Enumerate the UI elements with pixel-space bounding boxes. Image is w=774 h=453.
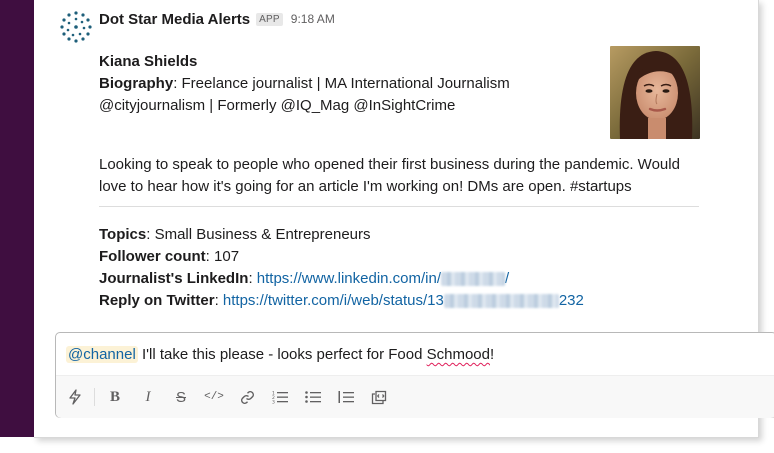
topics-row: Topics: Small Business & Entrepreneurs [99, 224, 371, 246]
linkedin-row: Journalist's LinkedIn: https://www.linke… [99, 268, 509, 290]
blockquote-icon[interactable] [335, 386, 357, 408]
twitter-separator: : [214, 292, 223, 309]
biography-line-2: @cityjournalism | Formerly @IQ_Mag @InSi… [99, 97, 456, 114]
redacted-handle [441, 272, 506, 287]
journalist-name: Kiana Shields [99, 53, 198, 70]
svg-text:3: 3 [272, 400, 275, 405]
app-avatar-icon[interactable] [58, 9, 94, 45]
topics-value: : Small Business & Entrepreneurs [146, 226, 371, 243]
shortcuts-lightning-icon[interactable] [64, 386, 86, 408]
request-line-2: love to hear how it's going for an artic… [99, 178, 632, 195]
biography-line: Biography: Freelance journalist | MA Int… [99, 73, 510, 95]
code-button[interactable]: </> [203, 386, 225, 408]
message-composer[interactable]: @channel I'll take this please - looks p… [55, 332, 774, 418]
misspelled-word[interactable]: Schmood [427, 346, 490, 363]
code-block-icon[interactable] [368, 386, 390, 408]
follower-count-row: Follower count: 107 [99, 246, 239, 268]
twitter-url-prefix: https://twitter.com/i/web/status/13 [222, 292, 444, 309]
linkedin-label: Journalist's LinkedIn [99, 270, 249, 287]
linkedin-separator: : [248, 270, 257, 287]
composer-text-after: ! [490, 346, 495, 363]
formatting-toolbar: B I S </> 123 [56, 375, 774, 418]
section-divider [99, 206, 699, 207]
twitter-url-suffix: 232 [558, 292, 584, 309]
journalist-photo[interactable] [610, 46, 700, 139]
twitter-row: Reply on Twitter: https://twitter.com/i/… [99, 290, 584, 312]
biography-label: Biography [99, 75, 174, 92]
link-icon[interactable] [236, 386, 258, 408]
italic-button[interactable]: I [137, 386, 159, 408]
channel-mention[interactable]: @channel [66, 346, 138, 363]
request-line-1: Looking to speak to people who opened th… [99, 156, 680, 173]
message-header: Dot Star Media Alerts APP 9:18 AM [99, 10, 335, 28]
message-timestamp[interactable]: 9:18 AM [291, 12, 335, 26]
ordered-list-icon[interactable]: 123 [269, 386, 291, 408]
composer-input[interactable]: @channel I'll take this please - looks p… [66, 344, 494, 366]
app-badge: APP [256, 12, 283, 26]
twitter-link[interactable]: https://twitter.com/i/web/status/13 232 [223, 292, 584, 309]
linkedin-url-suffix: / [505, 270, 510, 287]
sender-name[interactable]: Dot Star Media Alerts [99, 11, 250, 28]
topics-label: Topics [99, 226, 147, 243]
bold-button[interactable]: B [104, 386, 126, 408]
linkedin-link[interactable]: https://www.linkedin.com/in/ / [257, 270, 509, 287]
follower-count-value: : 107 [205, 248, 240, 265]
biography-text: : Freelance journalist | MA Internationa… [173, 75, 510, 92]
bulleted-list-icon[interactable] [302, 386, 324, 408]
redacted-status-id [443, 294, 559, 309]
message-pane: Dot Star Media Alerts APP 9:18 AM Kiana … [34, 0, 774, 438]
twitter-label: Reply on Twitter [99, 292, 215, 309]
follower-count-label: Follower count [99, 248, 206, 265]
linkedin-url-prefix: https://www.linkedin.com/in/ [256, 270, 442, 287]
composer-text-before: I'll take this please - looks perfect fo… [137, 346, 427, 363]
toolbar-divider [94, 388, 95, 406]
strikethrough-button[interactable]: S [170, 386, 192, 408]
workspace-sidebar [0, 0, 34, 437]
